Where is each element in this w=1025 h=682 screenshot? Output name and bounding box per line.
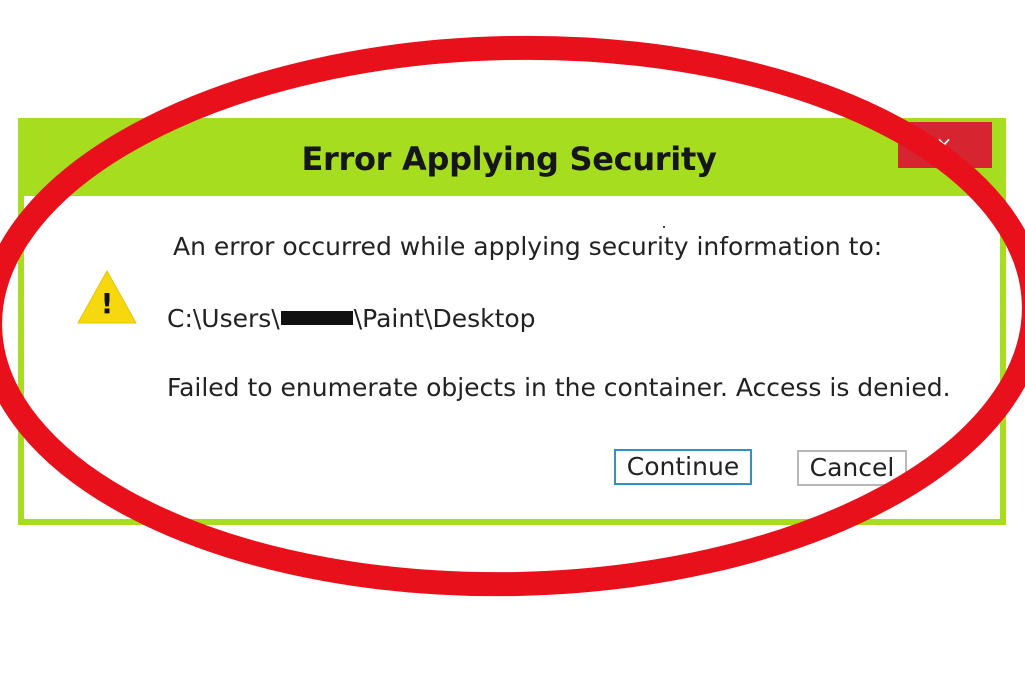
path-prefix: C:\Users\ [167, 304, 280, 333]
redacted-username [280, 311, 353, 325]
error-dialog: Error Applying Security × ! An error occ… [18, 118, 1006, 525]
cancel-button[interactable]: Cancel [797, 450, 907, 486]
stray-dot [663, 226, 665, 228]
continue-button[interactable]: Continue [614, 449, 752, 485]
warning-icon: ! [77, 270, 137, 324]
close-icon: × [935, 132, 953, 156]
error-detail: Failed to enumerate objects in the conta… [167, 373, 951, 402]
warning-glyph: ! [101, 287, 114, 320]
target-path: C:\Users\ \Paint\Desktop [167, 304, 536, 333]
dialog-titlebar[interactable]: Error Applying Security × [18, 118, 1006, 196]
error-message: An error occurred while applying securit… [173, 232, 883, 261]
close-button[interactable]: × [898, 122, 992, 168]
dialog-body: ! An error occurred while applying secur… [24, 196, 1000, 519]
path-suffix: \Paint\Desktop [353, 304, 536, 333]
dialog-title: Error Applying Security [301, 140, 717, 178]
